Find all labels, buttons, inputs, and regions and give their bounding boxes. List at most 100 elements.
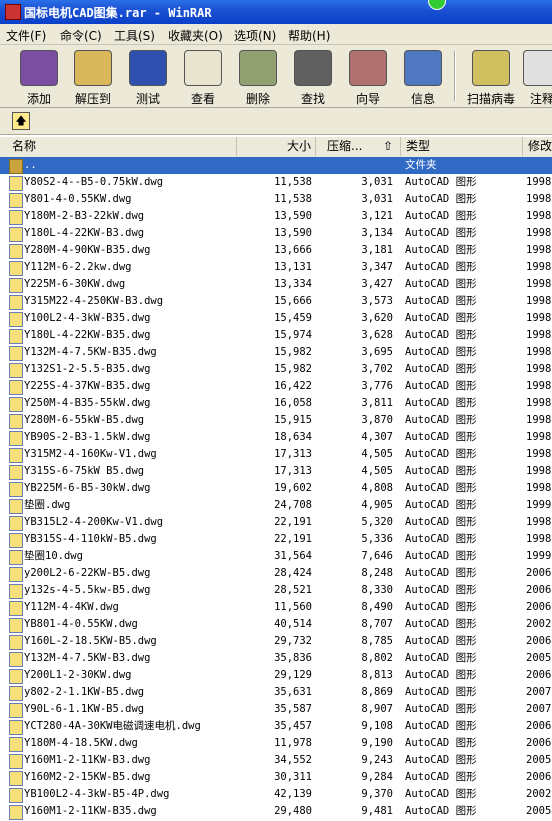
menu-item-5[interactable]: 帮助(H) [288,27,330,44]
file-row[interactable]: Y280M-4-90KW-B35.dwg 13,666 3,181 AutoCAD 图… [0,242,552,259]
add-archive-icon [20,50,58,86]
parent-folder-row[interactable]: .. 文件夹 [0,157,552,174]
toolbar: 添加 解压到 测试 查看 删除 查找 向导 信息 扫描病毒 注释 [0,45,552,108]
sort-arrow-up-icon: ⇧ [383,139,394,153]
column-type[interactable]: 类型 [402,137,523,156]
column-name[interactable]: 名称 [0,137,237,156]
file-size: 11,560 [274,601,312,613]
file-row[interactable]: Y280M-6-55kW-B5.dwg 15,915 3,870 AutoCAD 图形… [0,412,552,429]
file-type: AutoCAD 图形 [405,737,477,749]
file-modified: 1998- [526,278,552,290]
file-name: Y280M-4-90KW-B35.dwg [24,244,151,256]
title-bar: 国标电机CAD图集.rar - WinRAR [0,0,552,24]
file-row[interactable]: Y100L2-4-3kW-B35.dwg 15,459 3,620 AutoCAD 图… [0,310,552,327]
file-modified: 1998- [526,329,552,341]
file-row[interactable]: Y315M2-4-160Kw-V1.dwg 17,313 4,505 AutoCAD … [0,446,552,463]
file-size: 15,982 [274,363,312,375]
file-type: AutoCAD 图形 [405,584,477,596]
menu-item-2[interactable]: 工具(S) [114,27,155,44]
toolbar-button-8[interactable]: 扫描病毒 [460,48,522,106]
dwg-file-icon [9,261,23,276]
file-row[interactable]: Y250M-4-B35-55kW.dwg 16,058 3,811 AutoCAD 图… [0,395,552,412]
file-row[interactable]: Y160M1-2-11KW-B35.dwg 29,480 9,481 AutoCAD … [0,803,552,820]
file-row[interactable]: Y801-4-0.55KW.dwg 11,538 3,031 AutoCAD 图形 19… [0,191,552,208]
dwg-file-icon [9,567,23,582]
file-row[interactable]: YB801-4-0.55KW.dwg 40,514 8,707 AutoCAD 图形 2… [0,616,552,633]
wizard-icon [349,50,387,86]
column-header: 名称 大小 压缩... ⇧ 类型 修改 [0,137,552,158]
file-row[interactable]: YB315S-4-110kW-B5.dwg 22,191 5,336 AutoCAD … [0,531,552,548]
file-type: AutoCAD 图形 [405,652,477,664]
file-size: 35,457 [274,720,312,732]
menu-item-1[interactable]: 命令(C) [60,27,102,44]
toolbar-button-6[interactable]: 向导 [341,48,395,106]
file-row[interactable]: Y160M2-2-15KW-B5.dwg 30,311 9,284 AutoCAD 图… [0,769,552,786]
file-row[interactable]: Y200L1-2-30KW.dwg 29,129 8,813 AutoCAD 图形 20… [0,667,552,684]
file-name: Y315S-6-75kW B5.dwg [24,465,145,477]
file-row[interactable]: Y315M22-4-250KW-B3.dwg 15,666 3,573 AutoCAD… [0,293,552,310]
file-name: Y225S-4-37KW-B35.dwg [24,380,151,392]
file-modified: 2006- [526,601,552,613]
file-row[interactable]: Y225S-4-37KW-B35.dwg 16,422 3,776 AutoCAD 图… [0,378,552,395]
file-size: 13,590 [274,227,312,239]
file-type: AutoCAD 图形 [405,261,477,273]
toolbar-button-label: 注释 [529,92,552,106]
toolbar-button-1[interactable]: 解压到 [66,48,120,106]
file-type: AutoCAD 图形 [405,533,477,545]
file-row[interactable]: Y112M-6-2.2kw.dwg 13,131 3,347 AutoCAD 图形 19… [0,259,552,276]
file-row[interactable]: YB225M-6-B5-30kW.dwg 19,602 4,808 AutoCAD 图… [0,480,552,497]
dwg-file-icon [9,346,23,361]
toolbar-button-4[interactable]: 删除 [231,48,285,106]
file-row[interactable]: y802-2-1.1KW-B5.dwg 35,631 8,869 AutoCAD 图形… [0,684,552,701]
toolbar-button-7[interactable]: 信息 [396,48,450,106]
menu-item-4[interactable]: 选项(N) [234,27,276,44]
toolbar-button-5[interactable]: 查找 [286,48,340,106]
file-row[interactable]: Y180L-4-22KW-B3.dwg 13,590 3,134 AutoCAD 图形… [0,225,552,242]
file-row[interactable]: Y132M-4-7.5KW-B35.dwg 15,982 3,695 AutoCAD … [0,344,552,361]
file-row[interactable]: YB315L2-4-200Kw-V1.dwg 22,191 5,320 AutoCAD… [0,514,552,531]
file-row[interactable]: Y160L-2-18.5KW-B5.dwg 29,732 8,785 AutoCAD … [0,633,552,650]
file-type: AutoCAD 图形 [405,295,477,307]
file-name: YB315L2-4-200Kw-V1.dwg [24,516,164,528]
file-size: 15,459 [274,312,312,324]
file-row[interactable]: YB90S-2-B3-1.5kW.dwg 18,634 4,307 AutoCAD 图… [0,429,552,446]
column-modified[interactable]: 修改 [524,137,552,156]
file-row[interactable]: 垫圈10.dwg 31,564 7,646 AutoCAD 图形 1999- [0,548,552,565]
file-row[interactable]: YCT280-4A-30KW电磁调速电机.dwg 35,457 9,108 AutoC… [0,718,552,735]
column-packed[interactable]: 压缩... ⇧ [317,137,401,156]
file-row[interactable]: Y132S1-2-5.5-B35.dwg 15,982 3,702 AutoCAD 图… [0,361,552,378]
file-row[interactable]: Y180M-2-B3-22kW.dwg 13,590 3,121 AutoCAD 图形… [0,208,552,225]
winrar-app-icon[interactable] [5,4,21,20]
dwg-file-icon [9,448,23,463]
file-row[interactable]: y132s-4-5.5kw-B5.dwg 28,521 8,330 AutoCAD 图… [0,582,552,599]
file-row[interactable]: Y225M-6-30KW.dwg 13,334 3,427 AutoCAD 图形 199… [0,276,552,293]
file-row[interactable]: Y180M-4-18.5KW.dwg 11,978 9,190 AutoCAD 图形 2… [0,735,552,752]
file-row[interactable]: Y132M-4-7.5KW-B3.dwg 35,836 8,802 AutoCAD 图… [0,650,552,667]
up-folder-button[interactable]: 🡅 [12,112,30,130]
toolbar-button-label: 删除 [245,92,270,106]
file-row[interactable]: 垫圈.dwg 24,708 4,905 AutoCAD 图形 1999- [0,497,552,514]
file-row[interactable]: Y90L-6-1.1KW-B5.dwg 35,587 8,907 AutoCAD 图形… [0,701,552,718]
file-modified: 1999- [526,499,552,511]
toolbar-button-3[interactable]: 查看 [176,48,230,106]
file-type: AutoCAD 图形 [405,465,477,477]
file-row[interactable]: Y112M-4-4KW.dwg 11,560 8,490 AutoCAD 图形 2006… [0,599,552,616]
file-packed: 9,284 [361,771,393,783]
extract-to-icon [74,50,112,86]
dwg-file-icon [9,754,23,769]
menu-item-0[interactable]: 文件(F) [6,27,46,44]
file-row[interactable]: YB100L2-4-3kW-B5-4P.dwg 42,139 9,370 AutoCA… [0,786,552,803]
file-row[interactable]: Y315S-6-75kW B5.dwg 17,313 4,505 AutoCAD 图形… [0,463,552,480]
file-row[interactable]: y200L2-6-22KW-B5.dwg 28,424 8,248 AutoCAD 图… [0,565,552,582]
file-row[interactable]: Y180L-4-22KW-B35.dwg 15,974 3,628 AutoCAD 图… [0,327,552,344]
toolbar-button-0[interactable]: 添加 [12,48,66,106]
column-size[interactable]: 大小 [238,137,316,156]
file-row[interactable]: Y160M1-2-11KW-B3.dwg 34,552 9,243 AutoCAD 图… [0,752,552,769]
file-modified: 1998- [526,312,552,324]
toolbar-button-2[interactable]: 测试 [121,48,175,106]
file-type: AutoCAD 图形 [405,176,477,188]
file-modified: 2005- [526,652,552,664]
toolbar-button-9[interactable]: 注释 [515,48,552,106]
file-row[interactable]: Y80S2-4--B5-0.75kW.dwg 11,538 3,031 AutoCAD… [0,174,552,191]
menu-item-3[interactable]: 收藏夹(O) [168,27,223,44]
